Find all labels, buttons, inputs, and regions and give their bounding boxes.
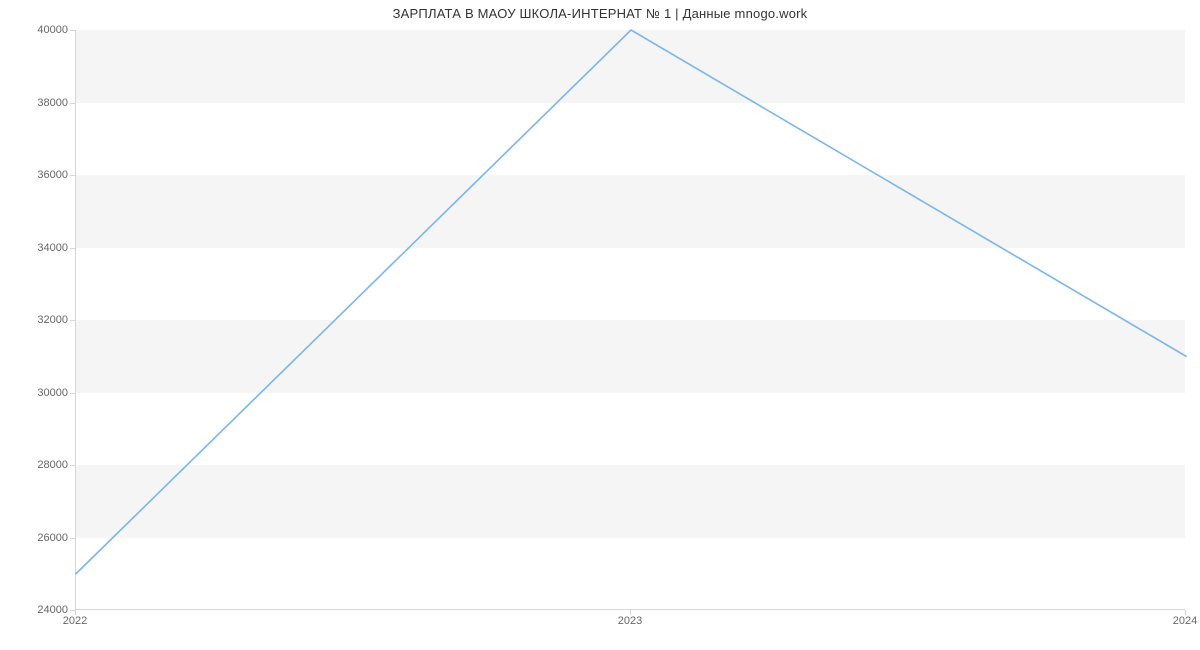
chart-title: ЗАРПЛАТА В МАОУ ШКОЛА-ИНТЕРНАТ № 1 | Дан… xyxy=(0,6,1200,21)
y-tick-label: 26000 xyxy=(8,532,68,544)
y-tick-label: 36000 xyxy=(8,169,68,181)
y-tick-label: 24000 xyxy=(8,604,68,616)
salary-line-chart: ЗАРПЛАТА В МАОУ ШКОЛА-ИНТЕРНАТ № 1 | Дан… xyxy=(0,0,1200,650)
y-tick-label: 40000 xyxy=(8,24,68,36)
plot-area xyxy=(75,30,1185,610)
y-tick-mark xyxy=(70,393,75,394)
y-tick-label: 30000 xyxy=(8,387,68,399)
y-tick-mark xyxy=(70,103,75,104)
x-tick-label: 2024 xyxy=(1173,615,1197,627)
y-tick-mark xyxy=(70,248,75,249)
x-tick-mark xyxy=(630,610,631,615)
y-tick-mark xyxy=(70,538,75,539)
y-tick-label: 28000 xyxy=(8,459,68,471)
y-tick-mark xyxy=(70,320,75,321)
y-tick-mark xyxy=(70,30,75,31)
x-tick-label: 2022 xyxy=(63,615,87,627)
y-tick-mark xyxy=(70,465,75,466)
x-tick-mark xyxy=(1185,610,1186,615)
line-series xyxy=(76,30,1186,610)
x-tick-mark xyxy=(75,610,76,615)
y-tick-label: 38000 xyxy=(8,97,68,109)
x-tick-label: 2023 xyxy=(618,615,642,627)
y-tick-label: 32000 xyxy=(8,314,68,326)
y-tick-label: 34000 xyxy=(8,242,68,254)
y-tick-mark xyxy=(70,175,75,176)
